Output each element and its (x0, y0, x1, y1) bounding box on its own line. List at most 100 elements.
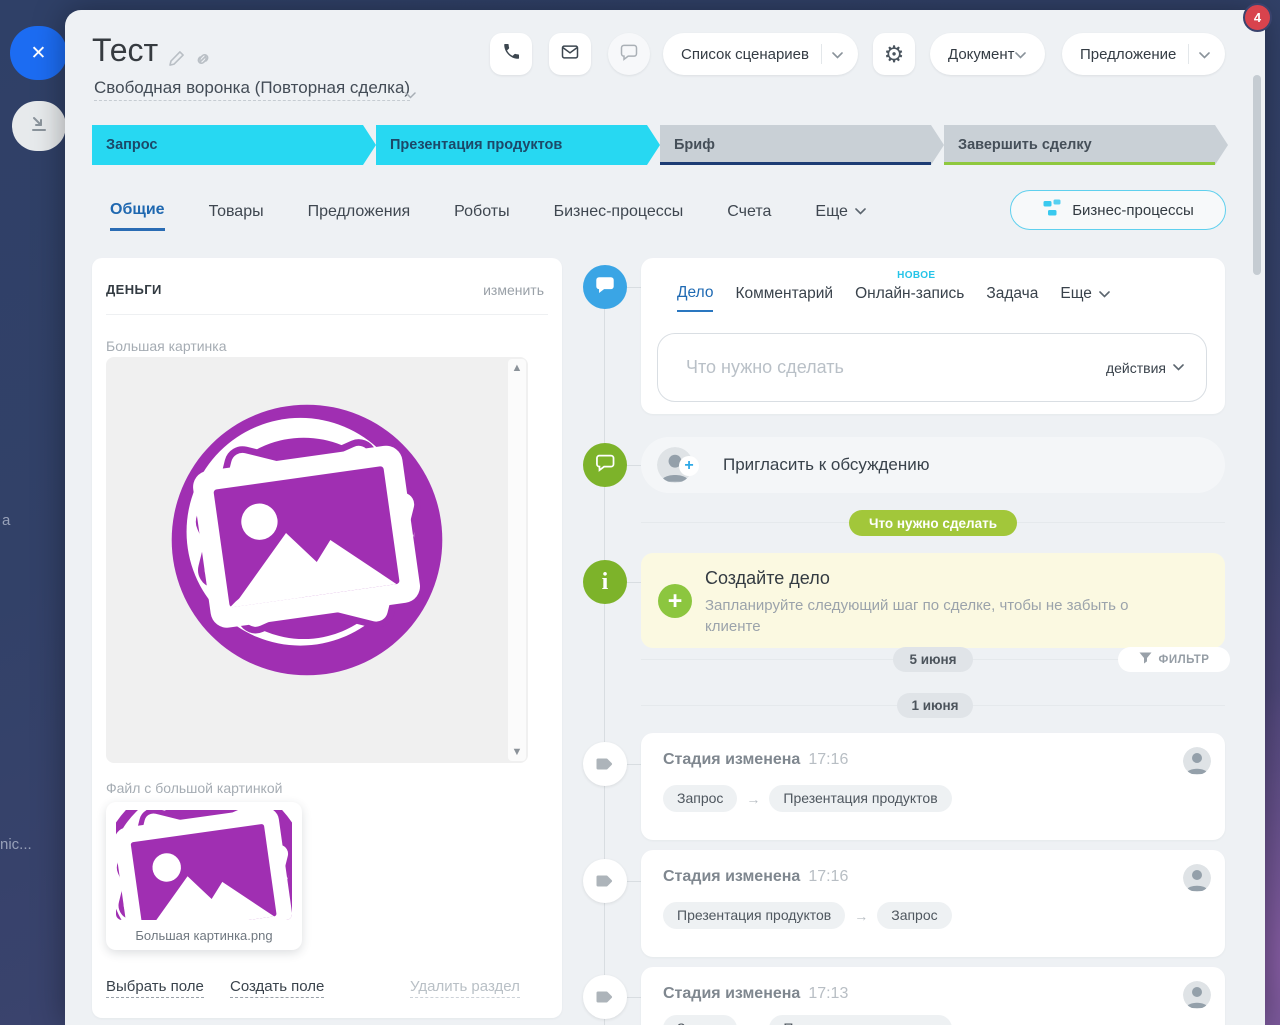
stage-presentation[interactable]: Презентация продуктов (376, 125, 660, 165)
connector (627, 465, 641, 466)
stage-to-chip: Презентация продуктов (769, 785, 951, 812)
copy-link-icon[interactable] (194, 50, 212, 73)
tab-biznes-processy[interactable]: Бизнес-процессы (554, 201, 684, 231)
flowchart-icon (1042, 198, 1062, 222)
date-chip: 1 июня (897, 693, 973, 718)
document-label: Документ (948, 46, 1015, 63)
envelope-icon (560, 42, 580, 67)
filter-button[interactable]: ФИЛЬТР (1118, 647, 1230, 672)
entry-time: 17:16 (808, 868, 848, 885)
edit-title-icon[interactable] (168, 50, 185, 73)
close-slider-button[interactable]: ✕ (10, 26, 67, 80)
add-activity-button[interactable]: + (658, 584, 692, 618)
call-button[interactable] (490, 33, 532, 75)
invite-to-discussion[interactable]: Пригласить к обсуждению (641, 437, 1225, 493)
add-participant-icon[interactable]: + (679, 456, 699, 476)
tab-predlozheniya[interactable]: Предложения (308, 201, 411, 231)
todo-input-box: действия (657, 333, 1207, 402)
background-text: a (2, 512, 10, 529)
money-section-card: ДЕНЬГИ изменить Большая картинка ▲ ▼ Фай… (92, 258, 562, 1018)
feedback-button[interactable] (608, 33, 650, 75)
stage-to-chip: Презентация продуктов (769, 1015, 951, 1025)
chevron-down-icon (1015, 46, 1026, 63)
connector (627, 881, 641, 882)
connector (627, 287, 641, 288)
activity-marker (583, 265, 627, 309)
activity-composer-card: Дело Комментарий НОВОЕ Онлайн-запись Зад… (641, 258, 1225, 414)
stage-label: Презентация продуктов (390, 137, 562, 153)
stage-brief[interactable]: Бриф (660, 125, 944, 165)
tab-scheta[interactable]: Счета (727, 201, 771, 231)
scroll-up-icon[interactable]: ▲ (508, 362, 526, 374)
timeline-entry[interactable]: Стадия изменена17:16 Презентация продукт… (641, 850, 1225, 957)
minimize-icon (29, 114, 49, 139)
stage-tag-icon (596, 755, 614, 773)
tab-esche-timeline[interactable]: Еще (1060, 284, 1110, 312)
stage-tag-icon (596, 988, 614, 1006)
tab-roboty[interactable]: Роботы (454, 201, 509, 231)
document-button[interactable]: Документ (930, 33, 1045, 75)
timeline-entry[interactable]: Стадия изменена17:13 Запрос → Презентаци… (641, 967, 1225, 1025)
image-scrollbar[interactable]: ▲ ▼ (508, 359, 526, 761)
scenario-list-button[interactable]: Список сценариев (663, 33, 858, 75)
tab-zadacha[interactable]: Задача (986, 284, 1038, 312)
select-field-link[interactable]: Выбрать поле (106, 978, 204, 998)
tab-obschie[interactable]: Общие (110, 201, 165, 231)
panel-scrollbar[interactable] (1253, 75, 1261, 275)
minimize-slider-button[interactable] (12, 101, 66, 151)
actions-dropdown[interactable]: действия (1106, 360, 1184, 376)
deal-slider-panel: Тест Свободная воронка (Повторная сделка… (65, 10, 1265, 1025)
todo-banner: Что нужно сделать (849, 510, 1017, 536)
edit-section-link[interactable]: изменить (483, 282, 544, 298)
entry-time: 17:16 (808, 751, 848, 768)
todo-input[interactable] (684, 356, 1106, 379)
tab-kommentariy[interactable]: Комментарий (735, 284, 833, 312)
funnel-selector[interactable]: Свободная воронка (Повторная сделка) (94, 78, 410, 101)
divider (821, 44, 822, 64)
tab-delo[interactable]: Дело (677, 284, 713, 312)
file-thumbnail-card[interactable]: Большая картинка.png (106, 802, 302, 950)
email-button[interactable] (549, 33, 591, 75)
proposal-button[interactable]: Предложение (1062, 33, 1225, 75)
delete-section-link[interactable]: Удалить раздел (410, 978, 520, 998)
filter-label: ФИЛЬТР (1159, 654, 1210, 666)
business-processes-button[interactable]: Бизнес-процессы (1010, 190, 1226, 230)
notification-badge[interactable]: 4 (1243, 3, 1272, 32)
phone-icon (502, 42, 521, 66)
chevron-down-icon (855, 208, 866, 215)
info-icon: i (602, 569, 609, 596)
big-image-label: Большая картинка (106, 338, 227, 354)
screen: a nic... ✕ Тест Свободная в (0, 0, 1280, 1025)
stage-tag-icon (596, 872, 614, 890)
stage-zapros[interactable]: Запрос (92, 125, 376, 165)
chevron-down-icon (832, 46, 843, 63)
close-icon: ✕ (31, 42, 47, 65)
entry-time: 17:13 (808, 985, 848, 1002)
create-field-link[interactable]: Создать поле (230, 978, 324, 998)
tab-tovary[interactable]: Товары (209, 201, 264, 231)
background-text: nic... (0, 836, 32, 853)
timeline-entry[interactable]: Стадия изменена 17:16 Запрос → Презентаци… (641, 733, 1225, 840)
arrow-right-icon: → (854, 908, 868, 924)
tab-esche[interactable]: Еще (815, 201, 866, 231)
proposal-label: Предложение (1080, 46, 1176, 63)
file-name: Большая картинка.png (106, 928, 302, 943)
stage-underline (944, 162, 1215, 165)
chat-bubble-icon (594, 274, 616, 301)
stage-from-chip: Запрос (663, 1015, 737, 1025)
stage-change-marker (583, 975, 627, 1019)
stage-label: Завершить сделку (958, 137, 1092, 153)
scroll-down-icon[interactable]: ▼ (508, 746, 526, 758)
chat-bubble-outline-icon (594, 452, 616, 479)
stage-change-marker (583, 859, 627, 903)
entry-title: Стадия изменена (663, 751, 800, 768)
arrow-right-icon: → (746, 791, 760, 807)
discussion-marker (583, 443, 627, 487)
big-image-preview[interactable]: ▲ ▼ (106, 357, 528, 763)
stage-close-deal[interactable]: Завершить сделку (944, 125, 1228, 165)
settings-button[interactable]: ⚙ (873, 33, 915, 75)
gear-icon: ⚙ (884, 43, 905, 66)
stage-from-chip: Запрос (663, 785, 737, 812)
actions-label: действия (1106, 360, 1166, 376)
tab-onlain-zapis[interactable]: НОВОЕ Онлайн-запись (855, 284, 964, 312)
